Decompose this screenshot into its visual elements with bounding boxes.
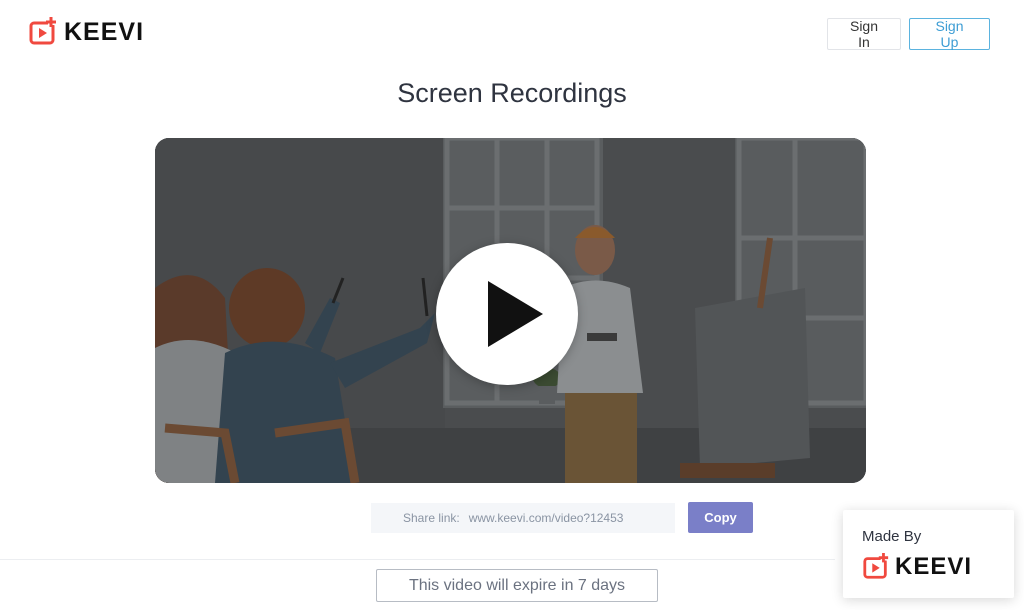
sign-in-button[interactable]: Sign In — [827, 18, 901, 50]
made-by-label: Made By — [862, 528, 922, 545]
expiry-notice: This video will expire in 7 days — [376, 569, 658, 602]
divider — [0, 559, 835, 560]
copy-button[interactable]: Copy — [688, 502, 753, 533]
auth-buttons: Sign In Sign Up — [827, 18, 990, 50]
page-title: Screen Recordings — [397, 78, 627, 108]
brand-logo[interactable]: KEEVI — [28, 16, 144, 48]
made-by-card[interactable]: Made By KEEVI — [843, 510, 1014, 598]
sign-up-button[interactable]: Sign Up — [909, 18, 990, 50]
share-link-label: Share link: — [403, 511, 460, 525]
share-link-url[interactable]: www.keevi.com/video?12453 — [469, 511, 624, 525]
made-by-logo: KEEVI — [862, 552, 1014, 582]
share-link-box[interactable]: Share link: www.keevi.com/video?12453 — [371, 503, 675, 533]
keevi-logo-icon — [863, 553, 889, 579]
keevi-logo-icon — [29, 17, 56, 45]
play-button[interactable] — [436, 243, 578, 385]
video-player[interactable] — [155, 138, 866, 483]
made-by-brand: KEEVI — [895, 553, 973, 580]
play-icon — [488, 281, 543, 347]
brand-name: KEEVI — [64, 17, 145, 46]
